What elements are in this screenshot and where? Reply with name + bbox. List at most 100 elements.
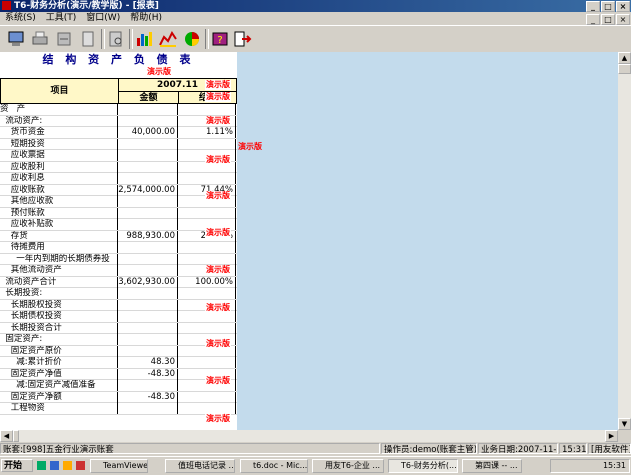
row-item-label: 长期债权投资	[0, 311, 118, 322]
table-row[interactable]: 流动资产合计 3,602,930.00 100.00%	[0, 276, 237, 288]
table-row[interactable]: 长期投资:	[0, 288, 237, 300]
folder-icon[interactable]	[63, 461, 72, 470]
toolbar-separator	[101, 29, 105, 49]
table-row[interactable]: 固定资产净额 -48.30	[0, 391, 237, 403]
horizontal-scrollbar[interactable]: ◀ ▶	[0, 430, 618, 442]
report-title-area: 结 构 资 产 负 债 表	[0, 52, 237, 78]
taskbar-item[interactable]: 用友T6-企业 ...	[312, 459, 384, 473]
row-amount	[118, 403, 178, 414]
mdi-minimize-button[interactable]: _	[586, 14, 600, 25]
row-amount: -48.30	[118, 391, 178, 403]
row-structure-percent	[179, 173, 236, 184]
page-icon[interactable]	[78, 29, 98, 49]
table-row[interactable]: 应收利息	[0, 173, 237, 185]
empty-sheet-area	[237, 52, 618, 430]
row-item-label: 货币资金	[0, 127, 118, 138]
close-button[interactable]: ×	[616, 1, 630, 12]
row-item-label: 固定资产原价	[0, 345, 118, 357]
table-row[interactable]: 待摊费用	[0, 242, 237, 254]
toolbar-separator	[129, 29, 133, 49]
row-amount	[118, 196, 178, 207]
table-row[interactable]: 长期债权投资	[0, 311, 237, 323]
exit-icon[interactable]	[232, 29, 252, 49]
help-book-icon[interactable]: ?	[210, 29, 230, 49]
row-amount	[118, 265, 178, 276]
mdi-restore-button[interactable]: □	[601, 14, 615, 25]
table-row[interactable]: 工程物资	[0, 403, 237, 415]
row-item-label: 流动资产:	[0, 115, 118, 127]
tray-clock: 15:31	[602, 461, 626, 470]
maximize-button[interactable]: □	[601, 1, 615, 12]
pie-chart-icon[interactable]	[182, 29, 202, 49]
table-row[interactable]: 其他应收款	[0, 196, 237, 208]
demo-watermark: 演示版	[205, 191, 231, 201]
app-quicklaunch-icon[interactable]	[76, 461, 85, 470]
menu-window[interactable]: 窗口(W)	[81, 12, 125, 25]
taskbar-item[interactable]: t6.doc - Mic...	[240, 459, 308, 473]
table-row[interactable]: 流动资产:	[0, 115, 237, 127]
taskbar-item-active[interactable]: T6-财务分析(...	[388, 459, 458, 473]
vertical-scrollbar[interactable]: ▲ ▼	[618, 52, 631, 430]
export-icon[interactable]	[54, 29, 74, 49]
report-rows: 资 产 流动资产: 货币资金 40,000.00 1.11% 短期投资 应收票据 应…	[0, 104, 237, 415]
row-item-label: 工程物资	[0, 403, 118, 414]
table-row[interactable]: 固定资产:	[0, 334, 237, 346]
table-row[interactable]: 固定资产净值 -48.30	[0, 368, 237, 380]
demo-watermark: 演示版	[205, 376, 231, 386]
taskbar-item[interactable]: 值班电话记录 ...	[165, 459, 235, 473]
bar-chart-icon[interactable]	[134, 29, 154, 49]
window-titlebar[interactable]: T6-财务分析(演示/教学版) - [报表] _ □ ×	[0, 0, 631, 12]
computer-icon[interactable]	[6, 29, 26, 49]
taskbar-item[interactable]: 第四课 -- ...	[462, 459, 522, 473]
minimize-button[interactable]: _	[586, 1, 600, 12]
table-row[interactable]: 预付账款	[0, 207, 237, 219]
table-row[interactable]: 长期股权投资	[0, 299, 237, 311]
menu-system[interactable]: 系统(S)	[0, 12, 41, 25]
menu-bar: 系统(S) 工具(T) 窗口(W) 帮助(H) _ □ ×	[0, 12, 631, 25]
row-amount	[118, 173, 178, 184]
table-row[interactable]: 资 产	[0, 104, 237, 116]
row-item-label: 应收账款	[0, 184, 118, 196]
table-row[interactable]: 其他流动资产	[0, 265, 237, 277]
demo-watermark: 演示版	[205, 265, 231, 275]
toolbar: ?	[0, 25, 631, 53]
row-amount	[118, 322, 178, 334]
row-structure-percent	[179, 104, 236, 115]
row-item-label: 长期股权投资	[0, 299, 118, 311]
menu-tools[interactable]: 工具(T)	[41, 12, 82, 25]
scroll-left-button[interactable]: ◀	[0, 430, 13, 442]
desktop-icon[interactable]	[37, 461, 46, 470]
table-row[interactable]: 一年内到期的长期债券投	[0, 253, 237, 265]
row-item-label: 减:累计折价	[0, 357, 118, 368]
table-row[interactable]: 货币资金 40,000.00 1.11%	[0, 127, 237, 139]
table-row[interactable]: 长期投资合计	[0, 322, 237, 334]
table-row[interactable]: 减:累计折价 48.30	[0, 357, 237, 369]
table-row[interactable]: 存货988,930.0027.45%	[0, 230, 237, 242]
print-icon[interactable]	[30, 29, 50, 49]
taskbar-item[interactable]: TeamViewer	[90, 459, 148, 473]
row-structure-percent	[179, 322, 236, 334]
scroll-thumb-horizontal[interactable]	[13, 430, 19, 442]
table-row[interactable]: 减:固定资产减值准备	[0, 380, 237, 392]
table-row[interactable]: 应收票据	[0, 150, 237, 162]
line-chart-icon[interactable]	[158, 29, 178, 49]
row-amount: 48.30	[118, 357, 178, 368]
start-button[interactable]: 开始	[1, 459, 33, 472]
table-row[interactable]: 固定资产原价	[0, 345, 237, 357]
demo-watermark: 演示版	[205, 92, 231, 102]
scroll-thumb[interactable]	[618, 64, 631, 74]
scroll-down-button[interactable]: ▼	[618, 418, 631, 430]
mdi-close-button[interactable]: ×	[616, 14, 630, 25]
table-row[interactable]: 应收账款 2,574,000.00 71.44%	[0, 184, 237, 196]
scroll-right-button[interactable]: ▶	[605, 430, 618, 442]
demo-watermark: 演示版	[205, 116, 231, 126]
preview-icon[interactable]	[106, 29, 126, 49]
menu-help[interactable]: 帮助(H)	[125, 12, 167, 25]
row-amount	[118, 115, 178, 127]
table-row[interactable]: 应收股利	[0, 161, 237, 173]
row-item-label: 应收票据	[0, 150, 118, 161]
scroll-up-button[interactable]: ▲	[618, 52, 631, 64]
table-row[interactable]: 短期投资	[0, 138, 237, 150]
table-row[interactable]: 应收补贴款	[0, 219, 237, 231]
ie-icon[interactable]	[50, 461, 59, 470]
